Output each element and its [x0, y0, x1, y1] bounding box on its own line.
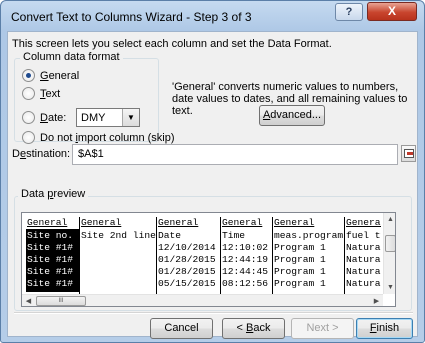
intro-text: This screen lets you select each column … — [12, 38, 332, 50]
preview-cell: 12:10:02 — [222, 242, 269, 253]
preview-cell: Program 1 — [274, 266, 326, 277]
radio-date-label: Date: — [40, 111, 67, 124]
column-header[interactable]: General — [274, 217, 314, 229]
preview-cell: Site #1# — [27, 278, 74, 289]
radio-text-label: Text — [40, 87, 61, 100]
preview-cell: Site #1# — [27, 266, 74, 277]
radio-general-indicator[interactable] — [22, 69, 35, 82]
preview-cell: Date — [158, 230, 182, 241]
advanced-button[interactable]: Advanced... — [259, 105, 325, 126]
preview-cell: 01/28/2015 — [158, 254, 216, 265]
radio-skip-label: Do not import column (skip) — [40, 131, 175, 144]
radio-skip-indicator[interactable] — [22, 131, 35, 144]
scroll-left-icon[interactable]: ◀ — [22, 295, 35, 306]
preview-cell: Site 2nd line — [81, 230, 156, 241]
destination-label: Destination: — [12, 148, 71, 160]
preview-cell: meas.program — [274, 230, 344, 241]
preview-cell: Program 1 — [274, 242, 326, 253]
preview-cell: Program 1 — [274, 278, 326, 289]
column-separator — [79, 217, 80, 294]
scroll-up-icon[interactable]: ▲ — [384, 213, 395, 226]
preview-cell: Program 1 — [274, 254, 326, 265]
vertical-scrollbar[interactable]: ▲ ▼ — [383, 213, 395, 294]
preview-cell: Site no. — [27, 230, 74, 241]
preview-cell: Site #1# — [27, 242, 74, 253]
title-bar[interactable]: Convert Text to Columns Wizard - Step 3 … — [1, 1, 424, 31]
next-button[interactable]: Next > — [291, 318, 354, 339]
preview-cell: Natural gas — [346, 242, 381, 253]
radio-date-indicator[interactable] — [22, 111, 35, 124]
column-separator — [220, 217, 221, 294]
preview-cell: Natural gas — [346, 266, 381, 277]
preview-cell: 12:44:19 — [222, 254, 269, 265]
preview-cell: 01/28/2015 — [158, 266, 216, 277]
finish-button[interactable]: Finish — [356, 318, 413, 339]
preview-cell: 05/15/2015 — [158, 278, 216, 289]
cancel-button[interactable]: Cancel — [150, 318, 213, 339]
horizontal-scroll-thumb[interactable]: III — [36, 296, 86, 306]
radio-general[interactable]: General — [22, 69, 79, 82]
preview-cell: 12:44:45 — [222, 266, 269, 277]
column-header[interactable]: General — [27, 217, 67, 229]
preview-cell: Natural gas — [346, 278, 381, 289]
preview-cell: 08:12:56 — [222, 278, 269, 289]
scroll-down-icon[interactable]: ▼ — [384, 281, 395, 294]
close-button[interactable]: X — [367, 2, 417, 21]
preview-cell: Natural gas — [346, 254, 381, 265]
radio-date[interactable]: Date: — [22, 111, 66, 124]
date-format-value: DMY — [81, 111, 106, 124]
range-selector-icon[interactable] — [401, 145, 416, 162]
column-header[interactable]: General — [222, 217, 262, 229]
vertical-scroll-thumb[interactable] — [385, 235, 395, 252]
column-header[interactable]: General — [158, 217, 198, 229]
radio-text-indicator[interactable] — [22, 87, 35, 100]
preview-table[interactable]: General General General General General … — [26, 217, 381, 294]
chevron-down-icon[interactable]: ▼ — [122, 109, 139, 126]
back-button[interactable]: < Back — [222, 318, 285, 339]
radio-general-label: General — [40, 69, 80, 82]
radio-skip[interactable]: Do not import column (skip) — [22, 131, 175, 144]
help-button[interactable]: ? — [335, 3, 363, 21]
scroll-right-icon[interactable]: ▶ — [370, 295, 383, 306]
column-separator — [156, 217, 157, 294]
preview-cell: Time — [222, 230, 246, 241]
preview-cell: Site #1# — [27, 254, 74, 265]
data-preview-label: Data preview — [18, 188, 89, 200]
window-title: Convert Text to Columns Wizard - Step 3 … — [11, 10, 252, 24]
destination-input[interactable]: $A$1 — [72, 144, 398, 165]
dialog-body: This screen lets you select each column … — [7, 31, 418, 339]
column-format-label: Column data format — [20, 51, 123, 63]
horizontal-scrollbar[interactable]: ◀ III ▶ — [22, 294, 383, 306]
wizard-window: Convert Text to Columns Wizard - Step 3 … — [0, 0, 425, 343]
column-header[interactable]: General — [81, 217, 121, 229]
button-divider — [14, 312, 413, 314]
column-separator — [344, 217, 345, 294]
data-preview-grid[interactable]: General General General General General … — [21, 212, 396, 307]
column-separator — [272, 217, 273, 294]
preview-cell: 12/10/2014 — [158, 242, 216, 253]
preview-cell: fuel type — [346, 230, 381, 241]
column-header[interactable]: General — [346, 217, 381, 229]
date-format-select[interactable]: DMY ▼ — [76, 108, 140, 127]
radio-text[interactable]: Text — [22, 87, 60, 100]
